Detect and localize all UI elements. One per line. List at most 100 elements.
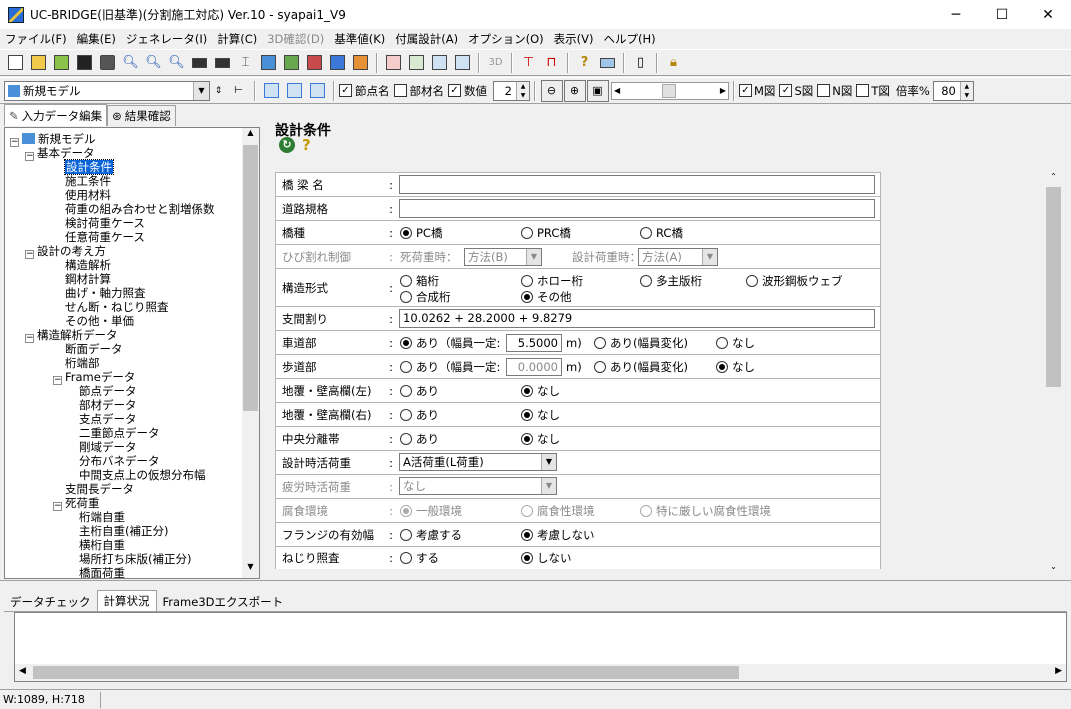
flange-consider-radio[interactable]: 考慮する bbox=[400, 527, 462, 543]
menu-item-7[interactable]: オプション(O) bbox=[463, 31, 549, 47]
tree-item[interactable]: 橋面荷重 bbox=[79, 566, 125, 578]
print-icon[interactable] bbox=[189, 52, 211, 74]
tree-item[interactable]: 分布バネデータ bbox=[79, 454, 160, 468]
pan-scrollbar[interactable]: ◀ ▶ bbox=[611, 81, 729, 100]
table-icon[interactable] bbox=[383, 52, 405, 74]
form-scroll-thumb[interactable] bbox=[1046, 187, 1061, 387]
collapse-icon[interactable]: − bbox=[53, 502, 62, 511]
close-button[interactable]: ✕ bbox=[1025, 0, 1071, 29]
curb-left-yes-radio[interactable]: あり bbox=[400, 383, 439, 399]
chevron-down-icon[interactable]: ▼ bbox=[193, 81, 209, 100]
zoom-out-icon[interactable]: ⊖ bbox=[540, 79, 563, 102]
live-load-select[interactable]: A活荷重(L荷重) ▼ bbox=[399, 453, 557, 471]
new-file-icon[interactable] bbox=[5, 52, 27, 74]
tree-item[interactable]: 部材データ bbox=[79, 398, 137, 412]
spinner-arrows-icon[interactable]: ▲ ▼ bbox=[516, 81, 529, 100]
tree-item[interactable]: 主桁自重(補正分) bbox=[79, 524, 168, 538]
n-diagram-checkbox[interactable] bbox=[817, 84, 831, 97]
minimize-button[interactable]: ─ bbox=[933, 0, 979, 29]
median-yes-radio[interactable]: あり bbox=[400, 431, 439, 447]
open-recent-icon[interactable] bbox=[51, 52, 73, 74]
spinner-arrows-icon[interactable]: ▲ ▼ bbox=[959, 81, 973, 100]
frame-icon[interactable]: ⌶ bbox=[235, 52, 257, 74]
grid-icon[interactable] bbox=[429, 52, 451, 74]
tree-item[interactable]: 桁端自重 bbox=[79, 510, 125, 524]
tree-item[interactable]: 桁端部 bbox=[65, 356, 100, 370]
save-icon[interactable] bbox=[74, 52, 96, 74]
span-input[interactable]: 10.0262 + 28.2000 + 9.8279 bbox=[399, 309, 875, 328]
scroll-up-icon[interactable]: ⌃ bbox=[1045, 172, 1062, 188]
tree-item[interactable]: − 基本データ bbox=[25, 146, 95, 161]
print-preview-icon[interactable] bbox=[212, 52, 234, 74]
menu-item-8[interactable]: 表示(V) bbox=[549, 31, 599, 47]
scroll-thumb[interactable] bbox=[662, 83, 676, 98]
torsion-yes-radio[interactable]: する bbox=[400, 550, 439, 566]
collapse-icon[interactable]: − bbox=[25, 250, 34, 259]
tree-item[interactable]: − 新規モデル bbox=[10, 132, 96, 147]
layout-grid-icon[interactable] bbox=[307, 80, 329, 102]
tree-item[interactable]: せん断・ねじり照査 bbox=[65, 300, 169, 314]
collapse-icon[interactable]: − bbox=[25, 152, 34, 161]
curb-left-no-radio[interactable]: なし bbox=[521, 383, 560, 399]
open-folder-icon[interactable] bbox=[28, 52, 50, 74]
tree-item[interactable]: 中間支点上の仮想分布幅 bbox=[79, 468, 206, 482]
list-icon[interactable] bbox=[452, 52, 474, 74]
tree-item[interactable]: 設計条件 bbox=[64, 159, 114, 175]
scroll-right-icon[interactable]: ▶ bbox=[720, 86, 728, 95]
tree-item[interactable]: 鋼材計算 bbox=[65, 272, 111, 286]
tree-item[interactable]: − 設計の考え方 bbox=[25, 244, 106, 259]
structure-other-radio[interactable]: その他 bbox=[521, 289, 572, 305]
t-diagram-checkbox[interactable] bbox=[856, 84, 870, 97]
sidewalk-constant-radio[interactable]: あり（幅員一定: bbox=[400, 359, 500, 375]
nodename-checkbox[interactable]: ✓ bbox=[339, 84, 352, 97]
sidewalk-variable-radio[interactable]: あり(幅員変化) bbox=[594, 359, 688, 375]
3d-view-icon[interactable]: 3D bbox=[485, 52, 507, 74]
tree-item[interactable]: 使用材料 bbox=[65, 188, 111, 202]
search-next-icon[interactable]: 🔍︎ bbox=[143, 52, 165, 74]
structure-multi-radio[interactable]: 多主版桁 bbox=[640, 273, 702, 289]
search-prev-icon[interactable]: 🔍︎ bbox=[166, 52, 188, 74]
help-icon[interactable]: ? bbox=[302, 136, 311, 154]
maximize-button[interactable]: ☐ bbox=[979, 0, 1025, 29]
splitter[interactable] bbox=[0, 580, 1071, 583]
torsion-no-radio[interactable]: しない bbox=[521, 550, 572, 566]
drawing-icon[interactable] bbox=[327, 52, 349, 74]
girder-icon[interactable]: ⊓ bbox=[541, 52, 563, 74]
collapse-icon[interactable]: − bbox=[10, 138, 19, 147]
about-icon[interactable] bbox=[597, 52, 619, 74]
tree-item[interactable]: 支間長データ bbox=[65, 482, 134, 496]
scroll-down-icon[interactable]: ⌄ bbox=[1045, 562, 1062, 578]
tree-item[interactable]: 荷重の組み合わせと割増係数 bbox=[65, 202, 215, 216]
info-icon[interactable]: ▯ bbox=[630, 52, 652, 74]
search-icon[interactable]: 🔍︎ bbox=[120, 52, 142, 74]
help-icon[interactable]: ? bbox=[574, 52, 596, 74]
tab-calc-status[interactable]: 計算状況 bbox=[96, 590, 157, 611]
value-checkbox[interactable]: ✓ bbox=[448, 84, 461, 97]
digits-spinner[interactable]: 2 ▲ ▼ bbox=[493, 80, 530, 101]
scroll-right-icon[interactable]: ▶ bbox=[1055, 666, 1062, 676]
tree-item[interactable]: 任意荷重ケース bbox=[65, 230, 145, 244]
tree-item[interactable]: 横桁自重 bbox=[79, 538, 125, 552]
refresh-icon[interactable]: ↻ bbox=[279, 137, 295, 153]
tab-data-check[interactable]: データチェック bbox=[4, 592, 97, 611]
tree-item[interactable]: − Frameデータ bbox=[53, 370, 135, 385]
hscroll-thumb[interactable] bbox=[33, 666, 739, 679]
menu-item-2[interactable]: ジェネレータ(I) bbox=[121, 31, 212, 47]
chevron-down-icon[interactable]: ▼ bbox=[541, 454, 556, 470]
form-scrollbar[interactable]: ⌃ ⌄ bbox=[1045, 172, 1062, 578]
load-icon[interactable] bbox=[304, 52, 326, 74]
tab-frame3d-export[interactable]: Frame3Dエクスポート bbox=[157, 592, 290, 611]
menu-item-5[interactable]: 基準値(K) bbox=[329, 31, 390, 47]
menu-item-1[interactable]: 編集(E) bbox=[72, 31, 121, 47]
tree-item[interactable]: 検討荷重ケース bbox=[65, 216, 145, 230]
scroll-left-icon[interactable]: ◀ bbox=[612, 86, 620, 95]
collapse-icon[interactable]: − bbox=[53, 376, 62, 385]
tree-item[interactable]: − 構造解析データ bbox=[25, 328, 118, 343]
bridge-type-pc-radio[interactable]: PC橋 bbox=[400, 225, 442, 241]
layout-single-icon[interactable] bbox=[261, 80, 283, 102]
lane-constant-radio[interactable]: あり（幅員一定: bbox=[400, 335, 500, 351]
delete-icon[interactable] bbox=[97, 52, 119, 74]
m-diagram-checkbox[interactable]: ✓ bbox=[739, 84, 752, 97]
menu-item-6[interactable]: 付属設計(A) bbox=[390, 31, 463, 47]
flange-ignore-radio[interactable]: 考慮しない bbox=[521, 527, 595, 543]
